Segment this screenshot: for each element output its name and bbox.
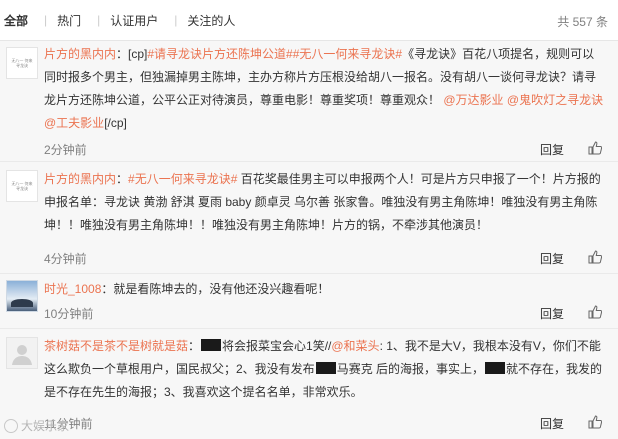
- mention-link[interactable]: @工夫影业: [44, 116, 104, 130]
- comment-item: 茶树菇不是茶不是树就是菇： 将会报菜宝会心1笑//@和菜头: 1、我不是大V，我根…: [0, 329, 618, 439]
- tab-divider: |: [174, 13, 178, 27]
- comment-text: [cp]: [128, 47, 148, 61]
- avatar[interactable]: 无八一 何来 寻龙诀: [6, 170, 38, 202]
- comment-time: 2分钟前: [44, 143, 87, 157]
- comment-username[interactable]: 片方的黑内内: [44, 47, 116, 61]
- reply-button[interactable]: 回复: [540, 141, 564, 158]
- tab-divider: |: [44, 13, 48, 27]
- avatar-image: [11, 299, 33, 307]
- comment-text: 将会报菜宝会心1笑//: [222, 339, 332, 353]
- hashtag-link[interactable]: #请寻龙诀片方还陈坤公道#: [147, 47, 292, 61]
- redaction-block: [201, 339, 222, 351]
- like-button[interactable]: [588, 305, 602, 319]
- redaction-block: [315, 362, 336, 374]
- mention-link[interactable]: @万达影业: [443, 93, 503, 107]
- avatar-text: 无八一 何来 寻龙诀: [11, 58, 33, 68]
- comment-time: 4分钟前: [44, 252, 87, 266]
- thumbs-up-icon: [588, 250, 602, 264]
- comment-item: 无八一 何来 寻龙诀 片方的黑内内：[cp]#请寻龙诀片方还陈坤公道##无八一何…: [0, 41, 618, 162]
- like-button[interactable]: [588, 141, 602, 155]
- tab-all[interactable]: 全部: [4, 12, 28, 29]
- like-button[interactable]: [588, 415, 602, 429]
- avatar[interactable]: [6, 280, 38, 312]
- watermark-logo-icon: [4, 418, 18, 433]
- like-button[interactable]: [588, 250, 602, 264]
- comment-text: [/cp]: [104, 116, 127, 130]
- default-avatar-icon: [12, 345, 32, 365]
- comment-username[interactable]: 时光_1008: [44, 282, 101, 296]
- redaction-block: [485, 362, 506, 374]
- mention-link[interactable]: @和菜头: [331, 339, 379, 353]
- thumbs-up-icon: [588, 415, 602, 429]
- tab-verified[interactable]: 认证用户: [110, 12, 158, 29]
- tab-divider: |: [97, 13, 101, 27]
- comment-panel: 全部 | 热门 | 认证用户 | 关注的人 共 557 条 无八一 何来 寻龙诀…: [0, 0, 618, 439]
- tab-following[interactable]: 关注的人: [187, 12, 235, 29]
- comment-item: 无八一 何来 寻龙诀 片方的黑内内：#无八一何来寻龙诀# 百花奖最佳男主可以申报…: [0, 162, 618, 274]
- avatar[interactable]: 无八一 何来 寻龙诀: [6, 47, 38, 79]
- reply-button[interactable]: 回复: [540, 305, 564, 322]
- tab-hot[interactable]: 热门: [57, 12, 81, 29]
- hashtag-link[interactable]: #无八一何来寻龙诀#: [128, 172, 237, 186]
- reply-button[interactable]: 回复: [540, 415, 564, 432]
- comment-text: 马赛克 后的海报，事实上，: [336, 362, 485, 376]
- thumbs-up-icon: [588, 305, 602, 319]
- comment-body: 茶树菇不是茶不是树就是菇： 将会报菜宝会心1笑//@和菜头: 1、我不是大V，我根…: [44, 339, 603, 399]
- comment-text: 就是看陈坤去的，没有他还没兴趣看呢！: [113, 282, 330, 296]
- comment-username[interactable]: 茶树菇不是茶不是树就是菇: [44, 339, 188, 353]
- avatar[interactable]: [6, 337, 38, 369]
- watermark: 大娱乐家: [4, 417, 69, 434]
- comment-filter-tabs: 全部 | 热门 | 认证用户 | 关注的人 共 557 条: [0, 0, 618, 41]
- comment-username[interactable]: 片方的黑内内: [44, 172, 116, 186]
- watermark-text: 大娱乐家: [21, 419, 70, 433]
- comment-body: 片方的黑内内：[cp]#请寻龙诀片方还陈坤公道##无八一何来寻龙诀#《寻龙诀》百…: [44, 47, 604, 130]
- comment-item: 时光_1008：就是看陈坤去的，没有他还没兴趣看呢！ 10分钟前 回复: [0, 274, 618, 329]
- comment-body: 时光_1008：就是看陈坤去的，没有他还没兴趣看呢！: [44, 282, 330, 296]
- comment-time: 10分钟前: [44, 307, 94, 321]
- hashtag-link[interactable]: #无八一何来寻龙诀#: [293, 47, 402, 61]
- avatar-text: 无八一 何来 寻龙诀: [11, 181, 33, 191]
- reply-button[interactable]: 回复: [540, 250, 564, 267]
- comment-count: 共 557 条: [557, 15, 608, 29]
- thumbs-up-icon: [588, 141, 602, 155]
- mention-link[interactable]: @鬼吹灯之寻龙诀: [507, 93, 603, 107]
- comment-body: 片方的黑内内：#无八一何来寻龙诀# 百花奖最佳男主可以申报两个人！可是片方只申报…: [44, 172, 601, 232]
